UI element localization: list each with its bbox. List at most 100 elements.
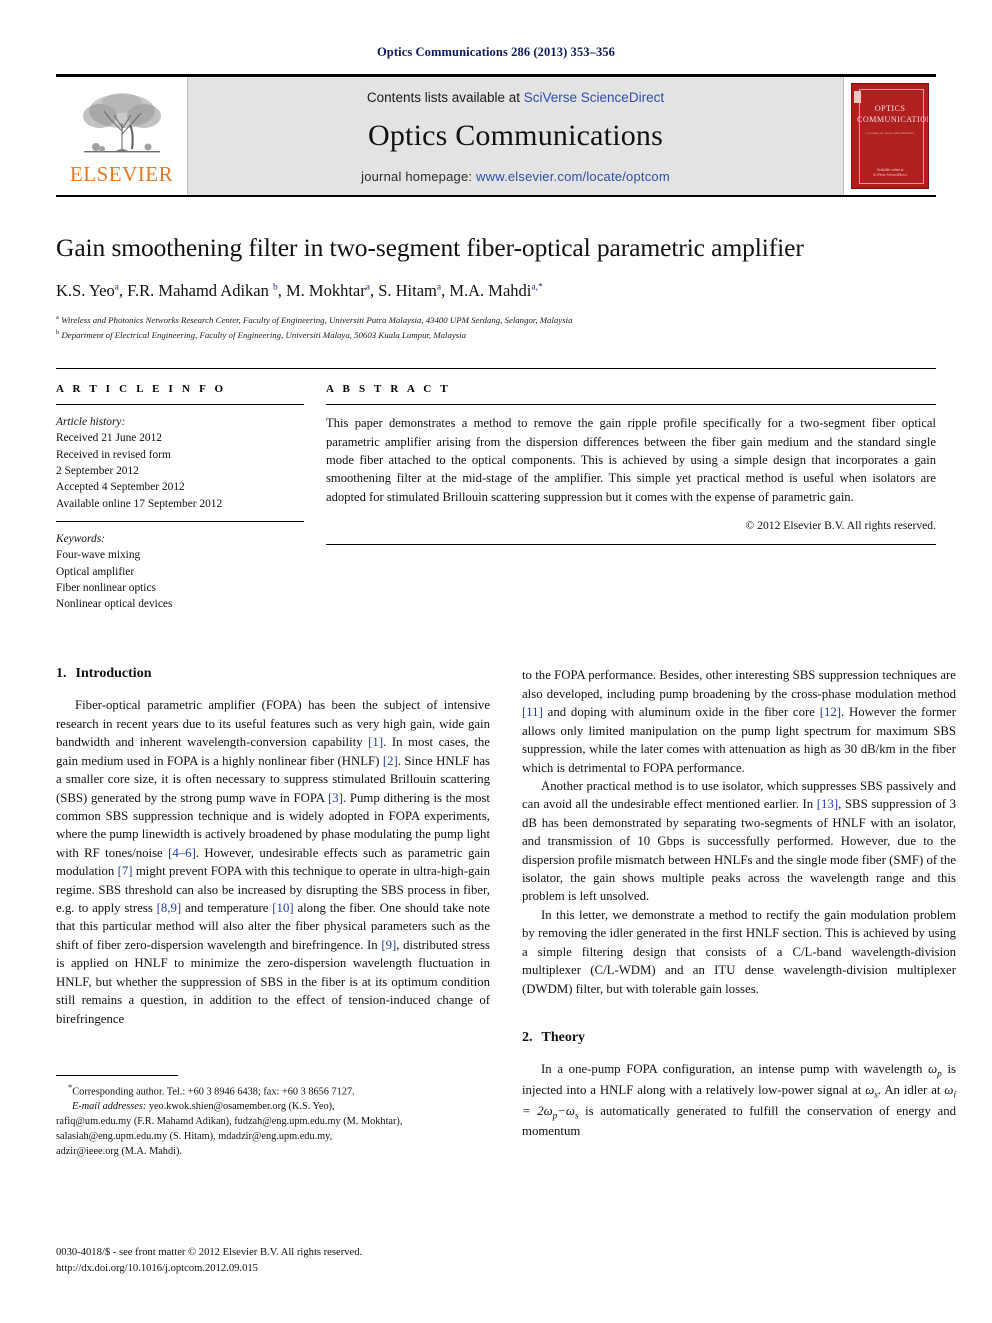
elsevier-wordmark: ELSEVIER: [69, 162, 174, 186]
equals-sign: = 2: [522, 1103, 544, 1118]
keyword-item: Optical amplifier: [56, 565, 135, 578]
affiliation-item: a Wireless and Photonics Networks Resear…: [56, 313, 936, 328]
affiliations: a Wireless and Photonics Networks Resear…: [56, 313, 936, 342]
reference-link[interactable]: [3]: [328, 791, 343, 805]
abstract-column: A B S T R A C T This paper demonstrates …: [326, 383, 936, 612]
affiliation-item: b Department of Electrical Engineering, …: [56, 328, 936, 343]
journal-title: Optics Communications: [367, 119, 663, 152]
reference-link[interactable]: [11]: [522, 705, 543, 719]
para-text: . An idler at: [877, 1082, 945, 1097]
contents-prefix: Contents lists available at: [366, 90, 524, 105]
author: M.A. Mahdia,*: [449, 281, 542, 300]
email-line[interactable]: salasiah@eng.upm.edu.my (S. Hitam), mdad…: [56, 1130, 490, 1145]
divider: [326, 404, 936, 406]
author-name: M.A. Mahdi: [449, 280, 532, 300]
section-number: 2.: [522, 1029, 533, 1045]
article-info-heading: A R T I C L E I N F O: [56, 383, 227, 396]
affiliation-text: Wireless and Photonics Networks Research…: [61, 314, 573, 325]
para-text: , SBS suppression of 3 dB has been demon…: [522, 797, 956, 904]
journal-homepage-line: journal homepage: www.elsevier.com/locat…: [361, 169, 670, 184]
history-item: Received 21 June 2012: [56, 432, 162, 445]
author: F.R. Mahamd Adikan b: [127, 281, 278, 300]
reference-link[interactable]: [7]: [118, 864, 133, 878]
article-info-column: A R T I C L E I N F O Article history: R…: [56, 383, 304, 612]
author-affiliation-mark: a: [365, 282, 370, 293]
reference-link[interactable]: [12]: [820, 705, 841, 719]
divider: [326, 544, 936, 545]
minus-sign: −: [557, 1103, 566, 1118]
section-number: 1.: [56, 666, 67, 682]
author-affiliation-mark: b: [272, 282, 278, 293]
homepage-prefix: journal homepage:: [361, 169, 477, 184]
author: S. Hitama: [378, 281, 441, 300]
article-history-label: Article history:: [56, 416, 126, 429]
keyword-item: Nonlinear optical devices: [56, 598, 173, 611]
keyword-item: Fiber nonlinear optics: [56, 581, 156, 594]
sciencedirect-link[interactable]: SciVerse ScienceDirect: [524, 90, 664, 105]
reference-link[interactable]: [2]: [383, 754, 398, 768]
history-item: Accepted 4 September 2012: [56, 481, 185, 494]
paragraph: Fiber-optical parametric amplifier (FOPA…: [56, 696, 490, 1028]
omega-glyph: ω: [565, 1103, 575, 1118]
subscript-i: i: [953, 1089, 956, 1100]
omega-glyph: ω: [928, 1061, 938, 1076]
section-heading-introduction: 1. Introduction: [56, 666, 490, 682]
running-head: Optics Communications 286 (2013) 353–356: [376, 45, 616, 59]
reference-link[interactable]: [9]: [381, 938, 396, 952]
info-abstract-section: A R T I C L E I N F O Article history: R…: [56, 368, 936, 612]
history-item: 2 September 2012: [56, 465, 139, 478]
elsevier-logo: ELSEVIER: [56, 77, 188, 195]
email-line[interactable]: rafiq@um.edu.my (F.R. Mahamd Adikan), fu…: [56, 1115, 490, 1130]
author-name: S. Hitam: [378, 280, 437, 300]
footer-legal: 0030-4018/$ - see front matter © 2012 El…: [56, 1245, 490, 1277]
author-name: F.R. Mahamd Adikan: [127, 280, 269, 300]
author-name: K.S. Yeo: [56, 280, 115, 300]
cover-image: OPTICS COMMUNICATIONS a journal on optic…: [851, 83, 929, 189]
para-text: to the FOPA performance. Besides, other …: [522, 668, 956, 701]
title-block: Gain smoothening filter in two-segment f…: [56, 233, 936, 342]
homepage-url-link[interactable]: www.elsevier.com/locate/optcom: [476, 169, 670, 184]
para-text: is automatically generated to fulfill th…: [522, 1103, 956, 1139]
reference-link[interactable]: [10]: [272, 901, 293, 915]
reference-link[interactable]: [8,9]: [157, 901, 182, 915]
cover-footer-line2: SciVerse ScienceDirect: [873, 173, 907, 178]
author: K.S. Yeoa: [56, 281, 119, 300]
reference-link[interactable]: [13]: [817, 797, 838, 811]
abstract-heading: A B S T R A C T: [326, 383, 451, 396]
contents-available-line: Contents lists available at SciVerse Sci…: [367, 90, 664, 105]
email-line[interactable]: adzir@ieee.org (M.A. Mahdi).: [56, 1145, 490, 1160]
author-affiliation-mark: a: [114, 282, 119, 293]
paper-title: Gain smoothening filter in two-segment f…: [56, 233, 804, 262]
author-list: K.S. Yeoa, F.R. Mahamd Adikan b, M. Mokh…: [56, 280, 543, 300]
divider: [56, 520, 304, 522]
keywords-label: Keywords:: [56, 532, 105, 545]
right-column: to the FOPA performance. Besides, other …: [522, 666, 956, 1160]
corresponding-author-footnote: *Corresponding author. Tel.: +60 3 8946 …: [56, 1074, 490, 1160]
affiliation-mark: a: [56, 314, 59, 322]
omega-pump-symbol: ωp: [928, 1061, 942, 1079]
para-text: and temperature: [181, 901, 273, 916]
email-line[interactable]: yeo.kwok.shien@osamember.org (K.S. Yeo),: [146, 1101, 335, 1112]
reference-link[interactable]: [1]: [368, 735, 383, 749]
cover-footer: Available online at SciVerse ScienceDire…: [852, 168, 928, 180]
abstract-copyright: © 2012 Elsevier B.V. All rights reserved…: [745, 519, 936, 532]
author-affiliation-mark: a: [436, 282, 442, 293]
masthead-center: Contents lists available at SciVerse Sci…: [188, 77, 843, 195]
paper-page: Optics Communications 286 (2013) 353–356: [0, 0, 992, 1323]
cover-subtitle: a journal on optics and photonics: [865, 131, 915, 136]
doi-link[interactable]: http://dx.doi.org/10.1016/j.optcom.2012.…: [56, 1261, 490, 1277]
keyword-item: Four-wave mixing: [56, 549, 141, 562]
footnote-corresponding-line: *Corresponding author. Tel.: +60 3 8946 …: [56, 1081, 490, 1100]
reference-link[interactable]: [4–6]: [168, 846, 196, 860]
journal-masthead: ELSEVIER Contents lists available at Sci…: [56, 74, 936, 197]
cover-title-line2: COMMUNICATIONS: [857, 115, 928, 125]
section-title: Theory: [541, 1029, 586, 1045]
author-name: M. Mokhtar: [285, 280, 366, 300]
issn-copyright-line: 0030-4018/$ - see front matter © 2012 El…: [56, 1247, 363, 1259]
omega-glyph: ω: [543, 1103, 553, 1118]
keywords-block: Keywords: Four-wave mixing Optical ampli…: [56, 531, 304, 612]
cover-corner-mark: [854, 91, 861, 103]
cover-title: OPTICS COMMUNICATIONS: [857, 103, 928, 125]
para-text: In a one-pump FOPA configuration, an int…: [541, 1061, 929, 1076]
history-item: Received in revised form: [56, 448, 171, 461]
